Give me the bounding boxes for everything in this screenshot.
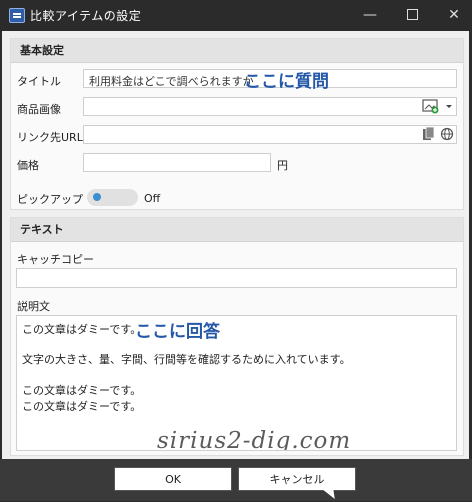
file-icon[interactable] bbox=[423, 126, 435, 140]
image-add-icon[interactable] bbox=[420, 98, 456, 115]
desc-line: 文字の大きさ、量、字間、行間等を確認するために入れています。 bbox=[22, 353, 351, 366]
description-textarea[interactable]: この文章はダミーです。 ここに回答 文字の大きさ、量、字間、行間等を確認するため… bbox=[16, 315, 457, 451]
watermark: sirius2-dig.com bbox=[157, 428, 352, 451]
pickup-toggle[interactable] bbox=[87, 189, 138, 206]
window-title: 比較アイテムの設定 bbox=[30, 9, 142, 23]
minimize-icon[interactable]: — bbox=[350, 0, 390, 30]
price-unit: 円 bbox=[277, 159, 288, 172]
price-label: 価格 bbox=[17, 159, 39, 172]
text-section: テキスト キャッチコピー 説明文 この文章はダミーです。 ここに回答 文字の大き… bbox=[10, 217, 464, 456]
link-label: リンク先URL bbox=[17, 131, 83, 144]
image-picker[interactable] bbox=[420, 98, 456, 115]
desc-line: この文章はダミーです。 bbox=[22, 384, 142, 397]
basic-settings-header: 基本設定 bbox=[11, 39, 463, 63]
description-label: 説明文 bbox=[17, 300, 50, 313]
title-label: タイトル bbox=[17, 75, 61, 88]
title-value: 利用料金はどこで調べられますか bbox=[89, 75, 254, 88]
desc-line: この文章はダミーです。 bbox=[22, 400, 142, 413]
catch-copy-input[interactable] bbox=[16, 268, 457, 288]
app-icon bbox=[9, 8, 25, 23]
pickup-label: ピックアップ bbox=[17, 193, 83, 206]
title-input[interactable]: 利用料金はどこで調べられますか ここに質問 bbox=[83, 69, 457, 92]
cancel-button[interactable]: キャンセル bbox=[238, 467, 356, 491]
pickup-state: Off bbox=[144, 192, 161, 205]
image-label: 商品画像 bbox=[17, 103, 61, 116]
toggle-knob bbox=[93, 193, 101, 201]
text-section-header: テキスト bbox=[11, 218, 463, 242]
chevron-down-icon bbox=[446, 105, 452, 108]
maximize-icon[interactable] bbox=[392, 0, 432, 30]
basic-settings-section: 基本設定 タイトル 利用料金はどこで調べられますか ここに質問 商品画像 リンク… bbox=[10, 38, 464, 210]
title-bar: 比較アイテムの設定 — ✕ bbox=[0, 0, 472, 30]
close-icon[interactable]: ✕ bbox=[434, 0, 472, 30]
catch-copy-label: キャッチコピー bbox=[17, 253, 94, 266]
globe-icon[interactable] bbox=[440, 127, 454, 141]
question-overlay: ここに質問 bbox=[244, 72, 329, 92]
link-url-input[interactable] bbox=[83, 125, 457, 144]
image-input[interactable] bbox=[83, 97, 457, 116]
ok-button[interactable]: OK bbox=[114, 467, 232, 491]
price-input[interactable] bbox=[83, 153, 271, 172]
dialog-body: 基本設定 タイトル 利用料金はどこで調べられますか ここに質問 商品画像 リンク… bbox=[2, 31, 469, 459]
desc-line: この文章はダミーです。 bbox=[22, 323, 142, 336]
button-bar: OK キャンセル bbox=[0, 459, 472, 501]
answer-overlay: ここに回答 bbox=[135, 322, 220, 342]
